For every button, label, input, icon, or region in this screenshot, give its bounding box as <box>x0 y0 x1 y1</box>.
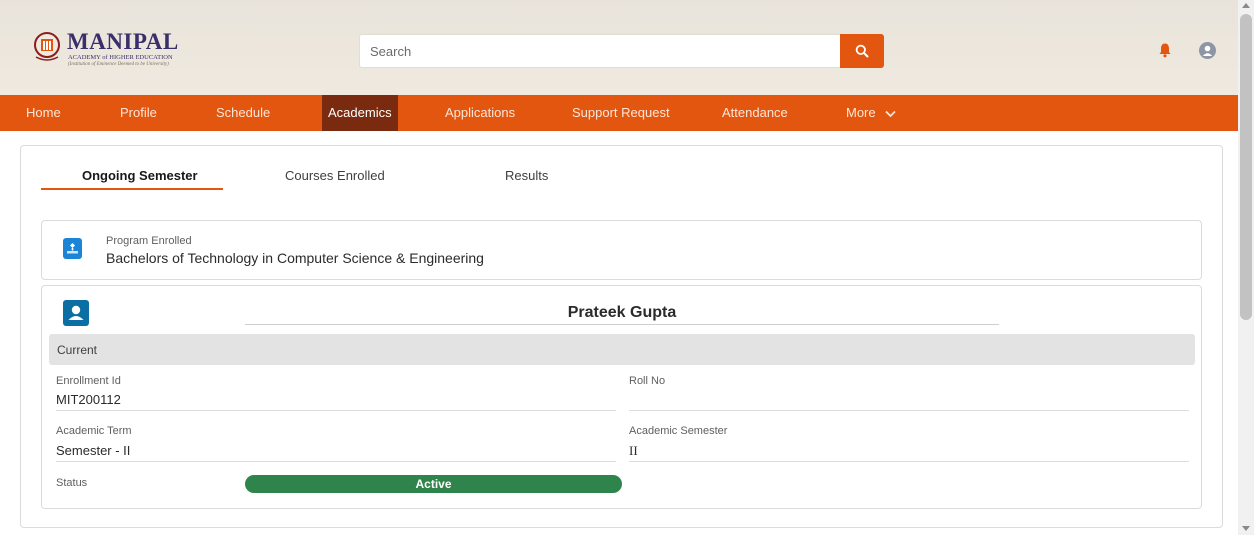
scroll-down-arrow-icon[interactable] <box>1242 526 1250 531</box>
academic-semester-value: II <box>629 443 638 458</box>
brand-tagline: (Institution of Eminence Deemed to be Un… <box>68 62 169 67</box>
nav-item-academics[interactable]: Academics <box>322 95 398 131</box>
search-input[interactable] <box>360 35 840 67</box>
roll-no-divider <box>629 410 1189 411</box>
section-header-current: Current <box>49 334 1195 365</box>
chevron-down-icon <box>885 110 896 117</box>
enrollment-id-divider <box>56 410 616 411</box>
search-button[interactable] <box>840 34 884 68</box>
tab-courses-enrolled[interactable]: Courses Enrolled <box>285 168 385 183</box>
site-header: MANIPAL ACADEMY of HIGHER EDUCATION (Ins… <box>0 0 1238 95</box>
nav-more-label: More <box>846 105 876 120</box>
status-label: Status <box>56 477 88 489</box>
scroll-up-arrow-icon[interactable] <box>1242 3 1250 8</box>
search-box <box>359 34 840 68</box>
academics-panel: Ongoing Semester Courses Enrolled Result… <box>20 145 1223 528</box>
student-name: Prateek Gupta <box>567 304 677 321</box>
program-label: Program Enrolled <box>106 235 192 247</box>
education-icon <box>63 238 82 259</box>
manipal-emblem-icon <box>34 32 60 61</box>
nav-item-attendance[interactable]: Attendance <box>722 95 788 131</box>
student-details-card: Prateek Gupta Current Enrollment Id MIT2… <box>41 285 1202 509</box>
academic-semester-label: Academic Semester <box>629 425 728 437</box>
academic-term-divider <box>56 461 616 462</box>
manipal-logo[interactable]: MANIPAL ACADEMY of HIGHER EDUCATION (Ins… <box>33 30 178 70</box>
nav-item-profile[interactable]: Profile <box>120 95 157 131</box>
academic-semester-divider <box>629 461 1189 462</box>
tab-ongoing-semester[interactable]: Ongoing Semester <box>82 168 198 183</box>
roll-no-label: Roll No <box>629 375 666 387</box>
program-value: Bachelors of Technology in Computer Scie… <box>106 250 484 266</box>
nav-item-applications[interactable]: Applications <box>445 95 515 131</box>
brand-subtitle: ACADEMY of HIGHER EDUCATION <box>68 54 173 61</box>
nav-item-more[interactable]: More <box>846 95 896 131</box>
nav-item-support-request[interactable]: Support Request <box>572 95 670 131</box>
contact-icon <box>63 300 89 326</box>
name-divider <box>245 324 999 325</box>
main-nav: Home Profile Schedule Academics Applicat… <box>0 95 1238 131</box>
brand-name: MANIPAL <box>67 29 179 54</box>
program-enrolled-card: Program Enrolled Bachelors of Technology… <box>41 220 1202 280</box>
nav-item-schedule[interactable]: Schedule <box>216 95 270 131</box>
active-tab-indicator <box>41 188 223 190</box>
bell-icon[interactable] <box>1157 42 1173 58</box>
enrollment-id-value: MIT200112 <box>56 392 121 407</box>
academic-term-value: Semester - II <box>56 443 131 458</box>
page-scrollbar[interactable] <box>1238 0 1254 535</box>
enrollment-id-label: Enrollment Id <box>56 375 121 387</box>
scroll-thumb[interactable] <box>1240 14 1252 320</box>
search-icon <box>855 44 869 58</box>
nav-item-home[interactable]: Home <box>26 95 61 131</box>
section-title: Current <box>57 343 98 357</box>
academic-term-label: Academic Term <box>56 425 132 437</box>
user-avatar-icon[interactable] <box>1199 42 1216 59</box>
status-badge: Active <box>245 475 622 493</box>
tab-results[interactable]: Results <box>505 168 548 183</box>
